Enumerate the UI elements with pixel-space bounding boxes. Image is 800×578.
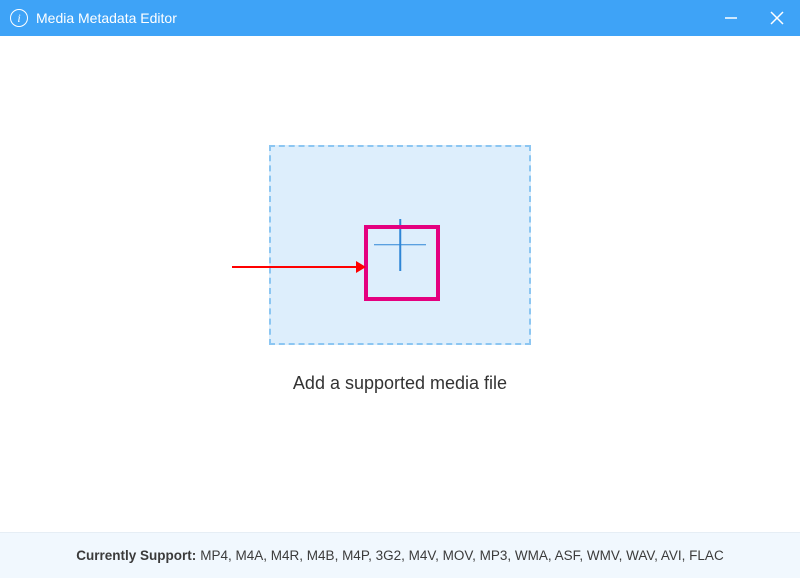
content-area: Add a supported media file: [0, 36, 800, 532]
footer-formats: MP4, M4A, M4R, M4B, M4P, 3G2, M4V, MOV, …: [200, 548, 723, 563]
minimize-button[interactable]: [708, 0, 754, 36]
app-window: i Media Metadata Editor Add a supported …: [0, 0, 800, 578]
minimize-icon: [724, 11, 738, 25]
footer-label: Currently Support:: [76, 548, 196, 563]
titlebar: i Media Metadata Editor: [0, 0, 800, 36]
add-media-button[interactable]: [365, 210, 435, 280]
plus-icon: [374, 219, 426, 271]
close-icon: [770, 11, 784, 25]
add-media-dropzone[interactable]: [269, 145, 531, 345]
footer: Currently Support: MP4, M4A, M4R, M4B, M…: [0, 532, 800, 578]
add-media-prompt: Add a supported media file: [293, 373, 507, 394]
close-button[interactable]: [754, 0, 800, 36]
info-icon: i: [10, 9, 28, 27]
window-title: Media Metadata Editor: [36, 10, 177, 26]
